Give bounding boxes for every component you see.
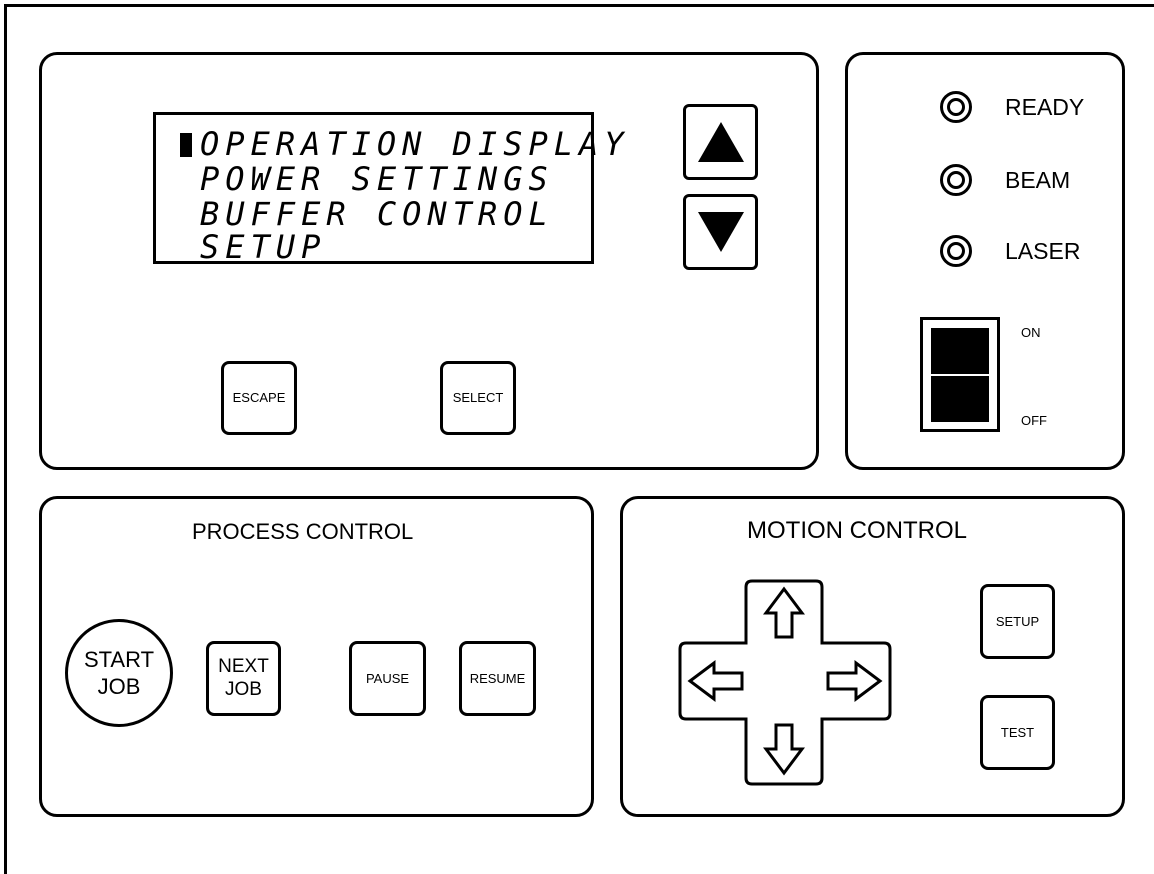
move-right-button[interactable]	[822, 643, 890, 719]
pause-button[interactable]: PAUSE	[349, 641, 426, 716]
scroll-down-button[interactable]	[683, 194, 758, 270]
motion-control-title: MOTION CONTROL	[747, 517, 967, 544]
next-job-button[interactable]: NEXT JOB	[206, 641, 281, 716]
motion-setup-button[interactable]: SETUP	[980, 584, 1055, 659]
beam-indicator-light	[940, 164, 972, 196]
beam-indicator-label: BEAM	[1005, 167, 1071, 193]
switch-on-half[interactable]	[931, 328, 989, 374]
ready-indicator-label: READY	[1005, 94, 1085, 120]
select-button[interactable]: SELECT	[440, 361, 516, 435]
menu-cursor	[180, 133, 192, 157]
direction-pad	[676, 575, 896, 790]
resume-button[interactable]: RESUME	[459, 641, 536, 716]
next-job-label-line2: JOB	[225, 678, 262, 700]
escape-button[interactable]: ESCAPE	[221, 361, 297, 435]
start-job-label-line2: JOB	[97, 674, 141, 699]
start-job-label-line1: START	[83, 646, 155, 672]
laser-indicator-light	[940, 235, 972, 267]
scroll-up-button[interactable]	[683, 104, 758, 180]
power-rocker-switch[interactable]	[920, 317, 1000, 432]
down-arrow-icon	[697, 212, 744, 252]
move-left-button[interactable]	[680, 643, 746, 719]
menu-item-power-settings[interactable]: POWER SETTINGS	[200, 162, 554, 196]
ready-indicator-light	[940, 91, 972, 123]
up-arrow-icon	[697, 122, 744, 162]
switch-off-half[interactable]	[931, 376, 989, 422]
switch-off-label: OFF	[1021, 413, 1047, 428]
menu-item-setup[interactable]: SETUP	[200, 230, 326, 264]
switch-on-label: ON	[1021, 325, 1041, 340]
move-down-button[interactable]	[746, 719, 822, 784]
process-control-title: PROCESS CONTROL	[192, 519, 414, 544]
lcd-screen: OPERATION DISPLAY POWER SETTINGS BUFFER …	[153, 112, 624, 264]
motion-test-button[interactable]: TEST	[980, 695, 1055, 770]
move-up-button[interactable]	[746, 581, 822, 643]
start-job-button[interactable]: START JOB	[65, 619, 173, 727]
next-job-label-line1: NEXT	[218, 655, 269, 677]
menu-item-operation-display[interactable]: OPERATION DISPLAY	[200, 127, 630, 161]
menu-item-buffer-control[interactable]: BUFFER CONTROL	[200, 197, 554, 231]
laser-indicator-label: LASER	[1005, 238, 1081, 264]
